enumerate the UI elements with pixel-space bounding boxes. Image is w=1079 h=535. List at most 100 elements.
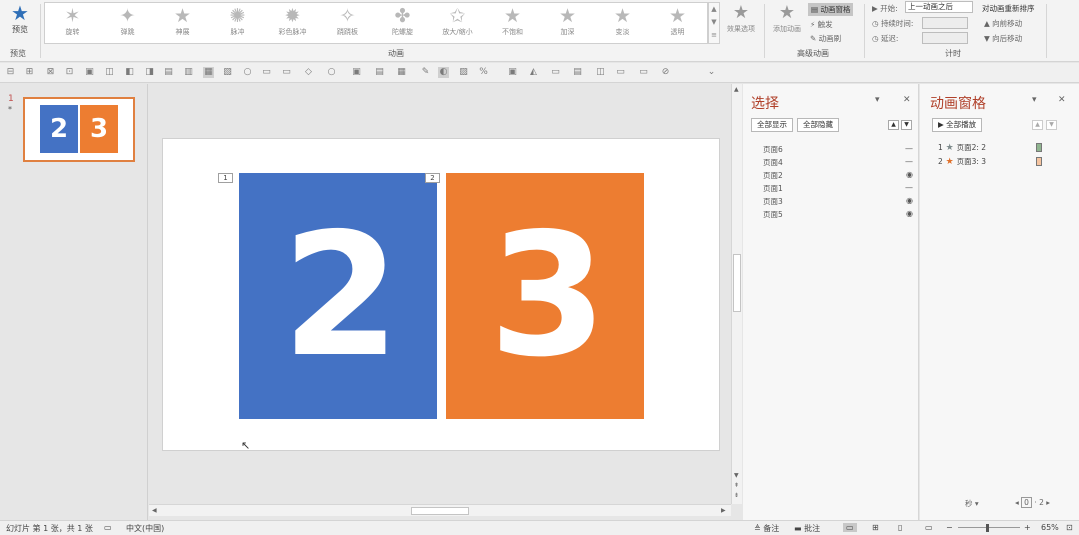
vertical-scrollbar[interactable]: ▲ ▼ ⇞ ⇟ <box>731 84 742 504</box>
close-icon[interactable]: ✕ <box>903 95 911 105</box>
animation-option[interactable]: ★ 变淡 <box>595 3 650 43</box>
picture-icon[interactable]: ▭ <box>615 67 626 78</box>
fit-slide-icon[interactable]: ⊡ <box>1066 523 1073 532</box>
notes-button[interactable]: ≜ 备注 <box>754 523 779 534</box>
move-earlier-button[interactable]: ▲ 向前移动 <box>984 18 1022 29</box>
no-icon[interactable]: ⊘ <box>660 67 671 78</box>
timeline-zoom[interactable]: ◂ 0 · 2 ▸ <box>1015 497 1050 508</box>
eye-icon[interactable]: ◉ <box>906 196 913 205</box>
language[interactable]: 中文(中国) <box>126 523 164 534</box>
zoom-slider-thumb[interactable] <box>986 524 989 532</box>
hide-all-button[interactable]: 全部隐藏 <box>797 118 839 132</box>
selection-list-item[interactable]: 页面3 ◉ <box>763 196 913 208</box>
show-all-button[interactable]: 全部显示 <box>751 118 793 132</box>
animation-option[interactable]: ✶ 旋转 <box>45 3 100 43</box>
animation-option[interactable]: ★ 神展 <box>155 3 210 43</box>
pen-icon[interactable]: ✎ <box>420 67 431 78</box>
slide-thumbnail[interactable]: 2 3 <box>23 97 135 162</box>
horizontal-scrollbar[interactable]: ◀ ▶ <box>149 504 731 516</box>
comments-button[interactable]: ▬ 批注 <box>794 523 820 534</box>
zoom-out-icon[interactable]: − <box>946 523 953 532</box>
effect-options-button[interactable]: ★ 效果选项 <box>723 2 759 34</box>
timeline-bar[interactable] <box>1036 143 1042 152</box>
pane-options-icon[interactable]: ▾ <box>1032 95 1037 105</box>
close-icon[interactable]: ✕ <box>1058 95 1066 105</box>
shape-oval-icon[interactable]: ○ <box>242 67 253 78</box>
pattern-icon[interactable]: ▨ <box>458 67 469 78</box>
zoom-level[interactable]: 65% <box>1041 523 1059 532</box>
prev-slide-icon[interactable]: ⇞ <box>734 482 739 489</box>
spell-check-icon[interactable]: ▭ <box>104 523 112 532</box>
zoom-in-icon[interactable]: + <box>1024 523 1031 532</box>
card-3[interactable]: 3 <box>446 173 644 419</box>
eye-icon[interactable]: ◉ <box>906 170 913 179</box>
scroll-left-icon[interactable]: ◀ <box>152 507 157 514</box>
animation-option[interactable]: ★ 透明 <box>650 3 705 43</box>
animation-option[interactable]: ★ 不饱和 <box>485 3 540 43</box>
ungroup-icon[interactable]: ⊠ <box>45 67 56 78</box>
bring-front-icon[interactable]: ◧ <box>124 67 135 78</box>
hidden-icon[interactable]: — <box>905 157 913 166</box>
normal-view-icon[interactable]: ▭ <box>843 523 857 532</box>
textbox-icon[interactable]: ▭ <box>261 67 272 78</box>
bring-forward-icon[interactable]: ▲ <box>888 120 899 130</box>
fill-color-icon[interactable]: ▣ <box>507 67 518 78</box>
send-backward-icon[interactable]: ▼ <box>901 120 912 130</box>
split-icon[interactable]: ◫ <box>595 67 606 78</box>
timeline-bar[interactable] <box>1036 157 1042 166</box>
animation-painter-button[interactable]: ✎ 动画刷 <box>810 33 841 44</box>
send-back-icon[interactable]: ◨ <box>144 67 155 78</box>
selection-list-item[interactable]: 页面6 — <box>763 144 913 156</box>
animation-option[interactable]: ✹ 彩色脉冲 <box>265 3 320 43</box>
eye-icon[interactable]: ◉ <box>906 209 913 218</box>
animation-option[interactable]: ★ 加深 <box>540 3 595 43</box>
slideshow-icon[interactable]: ▭ <box>925 523 933 532</box>
more-icon[interactable]: ⌄ <box>706 67 717 78</box>
align-icon[interactable]: ⊟ <box>5 67 16 78</box>
shape-rect-icon[interactable]: ▭ <box>281 67 292 78</box>
scroll-right-icon[interactable]: ▶ <box>721 507 726 514</box>
card-2[interactable]: 2 <box>239 173 437 419</box>
unlock-icon[interactable]: ▧ <box>222 67 233 78</box>
distribute-icon[interactable]: ▤ <box>163 67 174 78</box>
animation-list-item[interactable]: 2 ★ 页面3: 3 <box>938 156 986 168</box>
pane-options-icon[interactable]: ▾ <box>875 95 880 105</box>
slide-icon[interactable]: ▭ <box>638 67 649 78</box>
move-later-button[interactable]: ▼ 向后移动 <box>984 33 1022 44</box>
selection-list-item[interactable]: 页面1 — <box>763 183 913 195</box>
percent-icon[interactable]: % <box>478 67 489 78</box>
outline-icon[interactable]: ▤ <box>374 67 385 78</box>
duration-field[interactable] <box>922 17 968 29</box>
animation-option[interactable]: ✺ 脉冲 <box>210 3 265 43</box>
table-icon[interactable]: ▤ <box>572 67 583 78</box>
play-all-button[interactable]: ▶ 全部播放 <box>932 118 983 132</box>
horizontal-scroll-thumb[interactable] <box>411 507 469 515</box>
group-icon[interactable]: ⊞ <box>24 67 35 78</box>
start-select[interactable]: 上一动画之后 <box>905 1 973 13</box>
hidden-icon[interactable]: — <box>905 183 913 192</box>
contrast-icon[interactable]: ◐ <box>438 67 449 78</box>
size-icon[interactable]: ▣ <box>84 67 95 78</box>
animation-list-item[interactable]: 1 ★ 页面2: 2 <box>938 142 986 154</box>
hidden-icon[interactable]: — <box>905 144 913 153</box>
frame-icon[interactable]: ▭ <box>550 67 561 78</box>
triangle-icon[interactable]: ◭ <box>528 67 539 78</box>
scroll-down-icon[interactable]: ▼ <box>734 472 739 479</box>
vertical-scroll-thumb[interactable] <box>733 254 741 312</box>
animation-option[interactable]: ✦ 弹跳 <box>100 3 155 43</box>
animation-option[interactable]: ✧ 跷跷板 <box>320 3 375 43</box>
move-down-icon[interactable]: ▼ <box>1046 120 1057 130</box>
delay-field[interactable] <box>922 32 968 44</box>
animation-option[interactable]: ✤ 陀螺旋 <box>375 3 430 43</box>
selection-list-item[interactable]: 页面4 — <box>763 157 913 169</box>
shape-diamond-icon[interactable]: ◇ <box>303 67 314 78</box>
rotate-icon[interactable]: ⊡ <box>64 67 75 78</box>
reading-view-icon[interactable]: ▯ <box>898 523 902 532</box>
animation-pane-button[interactable]: ▤ 动画窗格 <box>808 3 854 16</box>
effects-icon[interactable]: ▦ <box>396 67 407 78</box>
next-slide-icon[interactable]: ⇟ <box>734 492 739 499</box>
shape-circle-icon[interactable]: ○ <box>326 67 337 78</box>
selection-list-item[interactable]: 页面5 ◉ <box>763 209 913 221</box>
zoom-slider[interactable] <box>958 527 1020 528</box>
seconds-dropdown[interactable]: 秒 ▾ <box>965 498 979 509</box>
